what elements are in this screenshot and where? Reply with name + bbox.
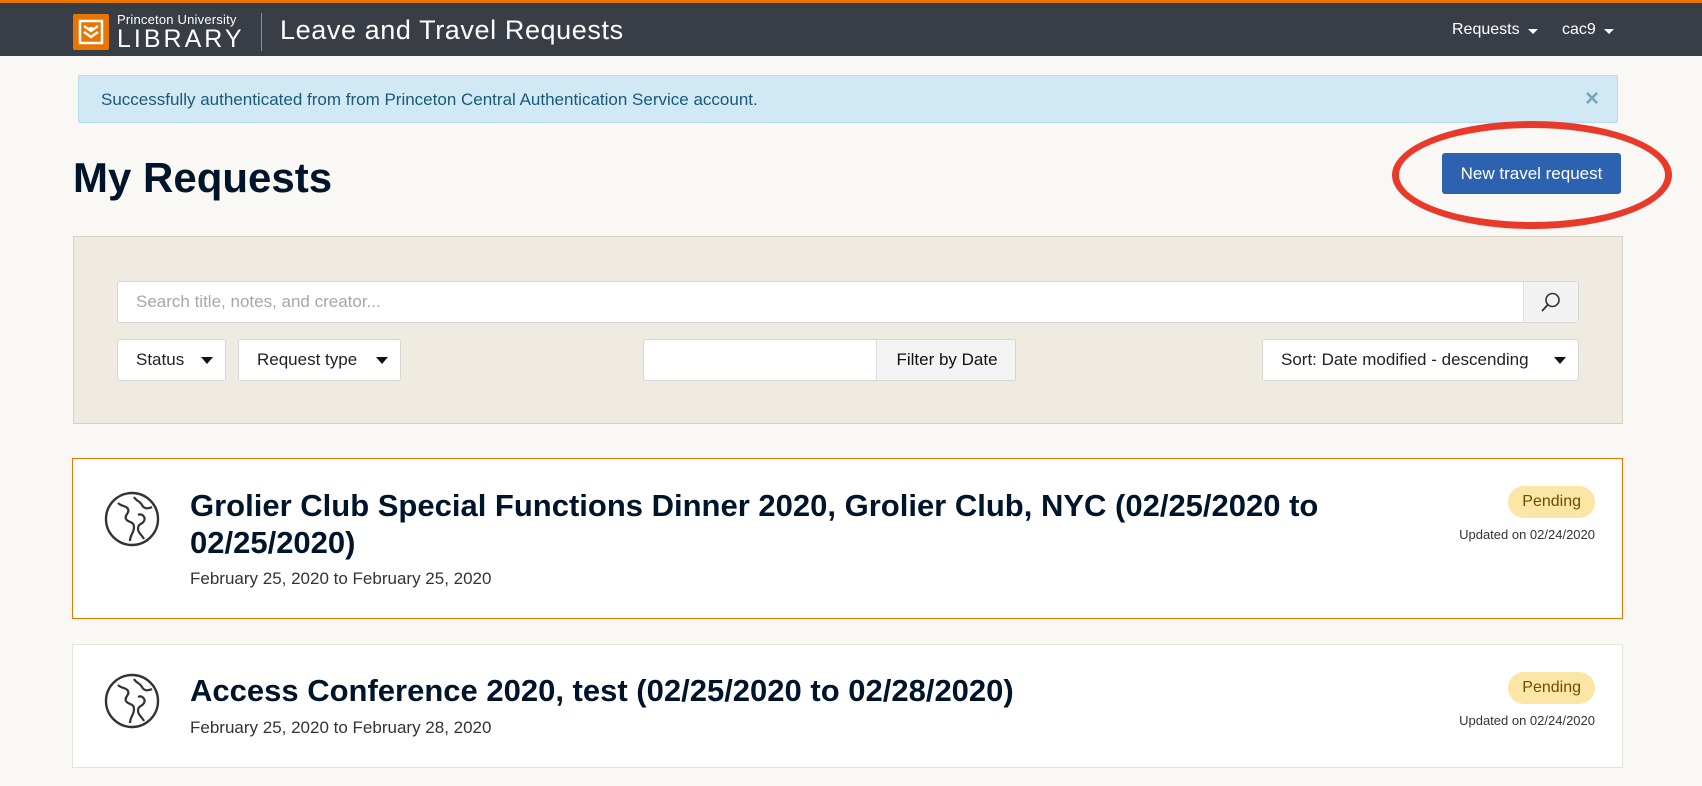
status-badge: Pending [1508,486,1595,518]
nav-user-label: cac9 [1562,21,1596,38]
header-divider [261,13,262,51]
request-dates: February 25, 2020 to February 25, 2020 [190,569,492,588]
status-filter-dropdown[interactable]: Status [117,339,226,381]
request-title-link[interactable]: Grolier Club Special Functions Dinner 20… [190,487,1400,561]
request-dates: February 25, 2020 to February 28, 2020 [190,718,492,737]
request-type-label: Request type [257,350,358,369]
globe-icon [104,673,160,729]
date-filter: Filter by Date [643,339,1016,381]
filter-panel: Status Request type Filter by Date Sort:… [73,236,1623,424]
chevron-down-icon [1603,28,1614,34]
status-filter-label: Status [136,350,185,369]
request-card[interactable]: Access Conference 2020, test (02/25/2020… [72,644,1623,768]
updated-date: Updated on 02/24/2020 [1459,527,1595,542]
search-input[interactable] [118,282,1524,322]
chevron-down-icon [1554,357,1566,364]
chevron-down-icon [201,357,213,364]
chevron-down-icon [376,357,388,364]
date-range-input[interactable] [644,340,876,380]
updated-date: Updated on 02/24/2020 [1459,713,1595,728]
top-navbar: Princeton University LIBRARY Leave and T… [0,0,1702,56]
request-type-dropdown[interactable]: Request type [238,339,401,381]
library-shield-icon [73,14,109,50]
search-bar [117,281,1579,323]
nav-user-dropdown[interactable]: cac9 [1562,21,1614,39]
search-button[interactable] [1523,282,1578,322]
logo-library-text: LIBRARY [117,24,245,53]
app-title[interactable]: Leave and Travel Requests [280,15,624,46]
sort-dropdown[interactable]: Sort: Date modified - descending [1262,339,1579,381]
logo-wordmark: Princeton University LIBRARY [117,13,245,52]
status-badge: Pending [1508,672,1595,704]
success-alert: Successfully authenticated from from Pri… [78,75,1618,123]
search-icon [1541,292,1560,312]
chevron-down-icon [1527,28,1538,34]
logo-university-text: Princeton University [117,11,237,27]
sort-label: Sort: Date modified - descending [1281,350,1529,369]
globe-icon [104,491,160,547]
nav-requests-label: Requests [1452,21,1520,38]
nav-requests-dropdown[interactable]: Requests [1452,21,1538,39]
request-title-link[interactable]: Access Conference 2020, test (02/25/2020… [190,672,1400,709]
alert-message: Successfully authenticated from from Pri… [101,90,758,109]
close-icon[interactable]: × [1585,85,1599,113]
new-travel-request-button[interactable]: New travel request [1442,153,1621,194]
filter-by-date-button[interactable]: Filter by Date [876,340,1015,380]
request-card[interactable]: Grolier Club Special Functions Dinner 20… [72,458,1623,619]
library-logo[interactable]: Princeton University LIBRARY [73,12,245,52]
page-title: My Requests [73,154,333,201]
